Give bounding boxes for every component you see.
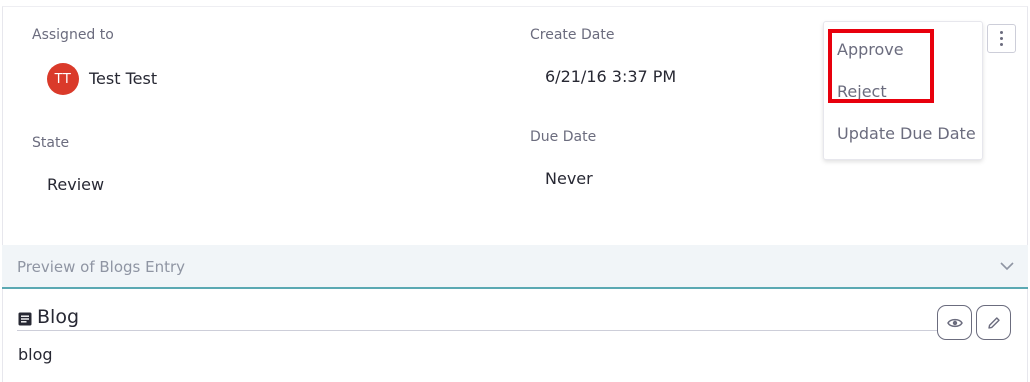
chevron-down-icon[interactable] — [1000, 259, 1014, 273]
eye-icon — [946, 318, 963, 327]
update-due-date-menu-item[interactable]: Update Due Date — [837, 124, 976, 143]
avatar: TT — [47, 63, 79, 95]
document-icon — [18, 312, 32, 326]
actions-dropdown-menu: Approve Reject Update Due Date — [823, 21, 983, 160]
due-date-value: Never — [545, 169, 593, 188]
state-label: State — [32, 135, 70, 151]
edit-button[interactable] — [976, 305, 1011, 340]
approve-menu-item[interactable]: Approve — [837, 40, 904, 59]
assignee-name: Test Test — [89, 69, 158, 88]
create-date-label: Create Date — [530, 27, 615, 43]
pencil-icon — [987, 316, 1000, 329]
reject-menu-item[interactable]: Reject — [837, 82, 887, 101]
blog-entry-body: blog — [18, 345, 53, 364]
blog-entry-title: Blog — [37, 306, 79, 328]
preview-panel-title: Preview of Blogs Entry — [17, 258, 186, 276]
view-button[interactable] — [937, 305, 972, 340]
create-date-value: 6/21/16 3:37 PM — [545, 67, 677, 86]
assigned-to-label: Assigned to — [32, 27, 114, 43]
kebab-vertical-icon[interactable] — [987, 24, 1016, 53]
state-value: Review — [47, 175, 105, 194]
title-divider — [17, 330, 947, 331]
due-date-label: Due Date — [530, 129, 597, 145]
preview-panel-header[interactable]: Preview of Blogs Entry — [2, 245, 1028, 289]
